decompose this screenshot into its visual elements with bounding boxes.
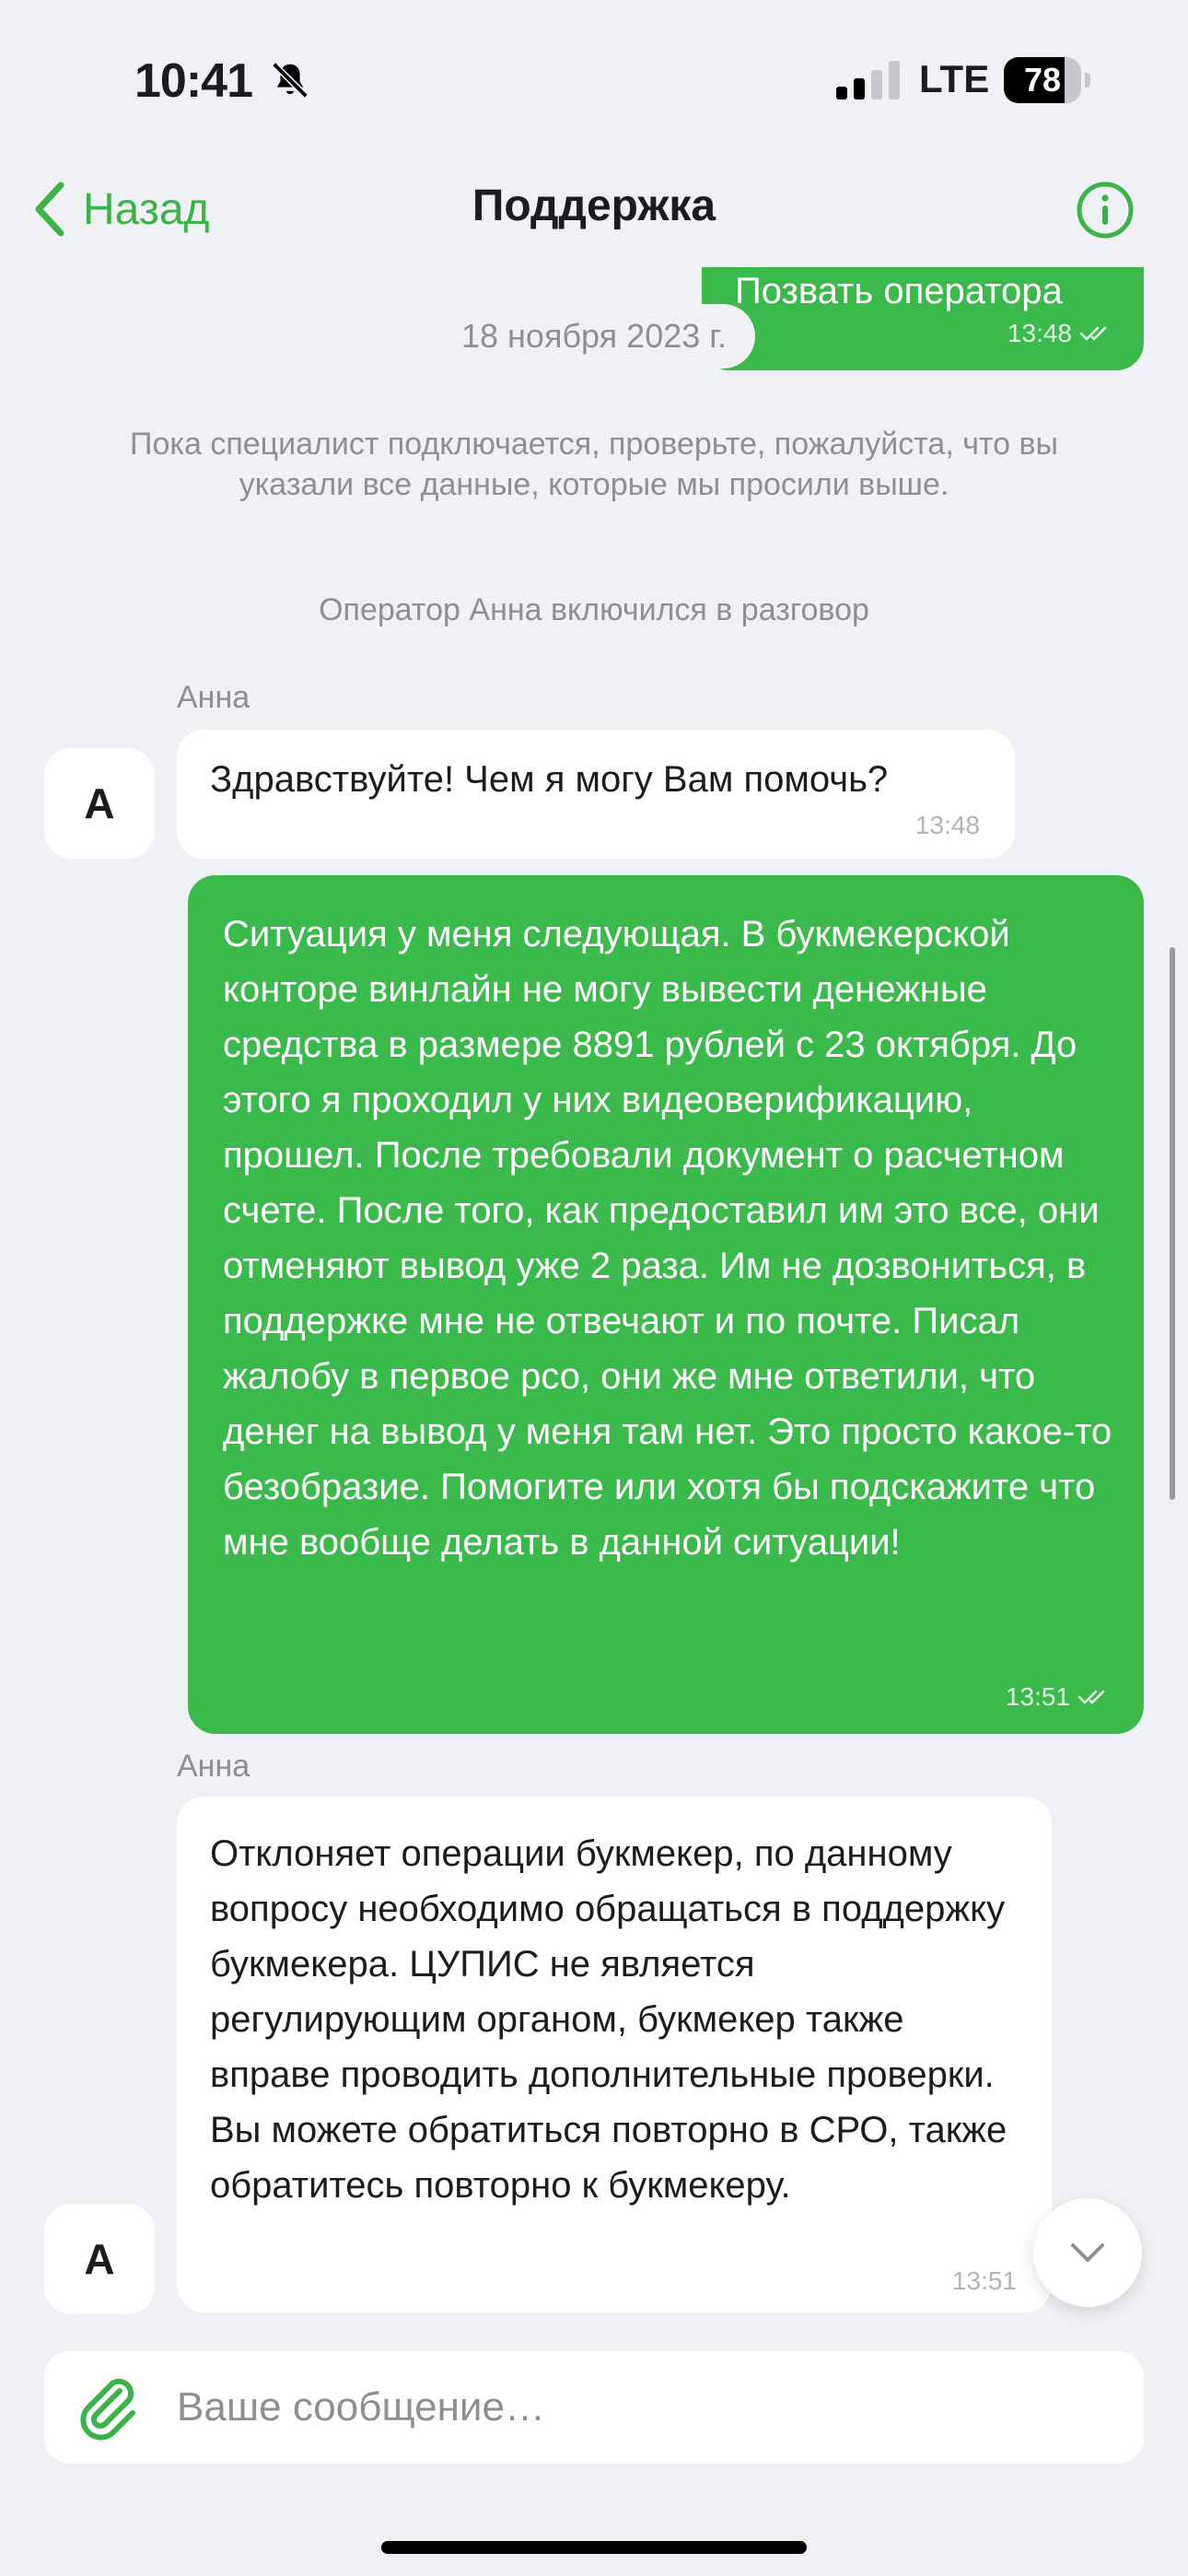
avatar-initial: А bbox=[84, 2235, 115, 2283]
date-separator: 18 ноября 2023 г. bbox=[433, 304, 755, 369]
message-text: Отклоняет операции букмекер, по данному … bbox=[210, 1833, 1007, 2206]
message-text: Ситуация у меня следующая. В букмекерско… bbox=[223, 914, 1112, 1563]
avatar-initial: А bbox=[84, 779, 115, 827]
message-text: Позвать оператора bbox=[735, 271, 1063, 311]
network-type: LTE bbox=[919, 57, 990, 100]
double-check-icon bbox=[1077, 1690, 1105, 1704]
home-indicator[interactable] bbox=[381, 2541, 807, 2554]
message-input[interactable] bbox=[175, 2383, 1100, 2431]
signal-icon bbox=[836, 61, 900, 100]
scroll-to-bottom-button[interactable] bbox=[1033, 2198, 1142, 2307]
message-bubble-outgoing[interactable]: Ситуация у меня следующая. В букмекерско… bbox=[188, 875, 1144, 1734]
scrollbar[interactable] bbox=[1170, 947, 1175, 1500]
operator-joined-note: Оператор Анна включился в разговор bbox=[319, 592, 869, 627]
message-composer bbox=[44, 2351, 1144, 2464]
message-time: 13:48 bbox=[1007, 319, 1072, 347]
message-time: 13:48 bbox=[914, 811, 980, 839]
message-meta: 13:51 bbox=[1006, 1682, 1109, 1712]
info-icon[interactable] bbox=[1076, 181, 1135, 240]
page-title: Поддержка bbox=[472, 181, 716, 230]
message-time: 13:51 bbox=[951, 2266, 1017, 2295]
double-check-icon bbox=[1079, 326, 1107, 341]
battery-percent: 78 bbox=[1023, 61, 1062, 99]
message-bubble-incoming[interactable]: Здравствуйте! Чем я могу Вам помочь? 13:… bbox=[177, 730, 1015, 859]
status-time: 10:41 bbox=[134, 54, 253, 108]
sender-name: Анна bbox=[177, 680, 250, 715]
paperclip-icon[interactable] bbox=[70, 2371, 144, 2444]
message-meta: 13:48 bbox=[1007, 319, 1111, 348]
message-text: Здравствуйте! Чем я могу Вам помочь? bbox=[210, 759, 889, 800]
message-bubble-outgoing[interactable]: Позвать оператора 13:48 bbox=[702, 267, 1144, 370]
bell-slash-icon bbox=[272, 62, 309, 99]
avatar: А bbox=[44, 2204, 155, 2314]
chevron-down-icon bbox=[1071, 2243, 1104, 2262]
system-note: Пока специалист подключается, проверьте,… bbox=[130, 427, 1058, 502]
message-time: 13:51 bbox=[1005, 1682, 1070, 1711]
message-bubble-incoming[interactable]: Отклоняет операции букмекер, по данному … bbox=[177, 1797, 1052, 2313]
battery-icon: 78 bbox=[1004, 57, 1092, 103]
sender-name: Анна bbox=[177, 1749, 250, 1784]
avatar: А bbox=[44, 748, 155, 859]
